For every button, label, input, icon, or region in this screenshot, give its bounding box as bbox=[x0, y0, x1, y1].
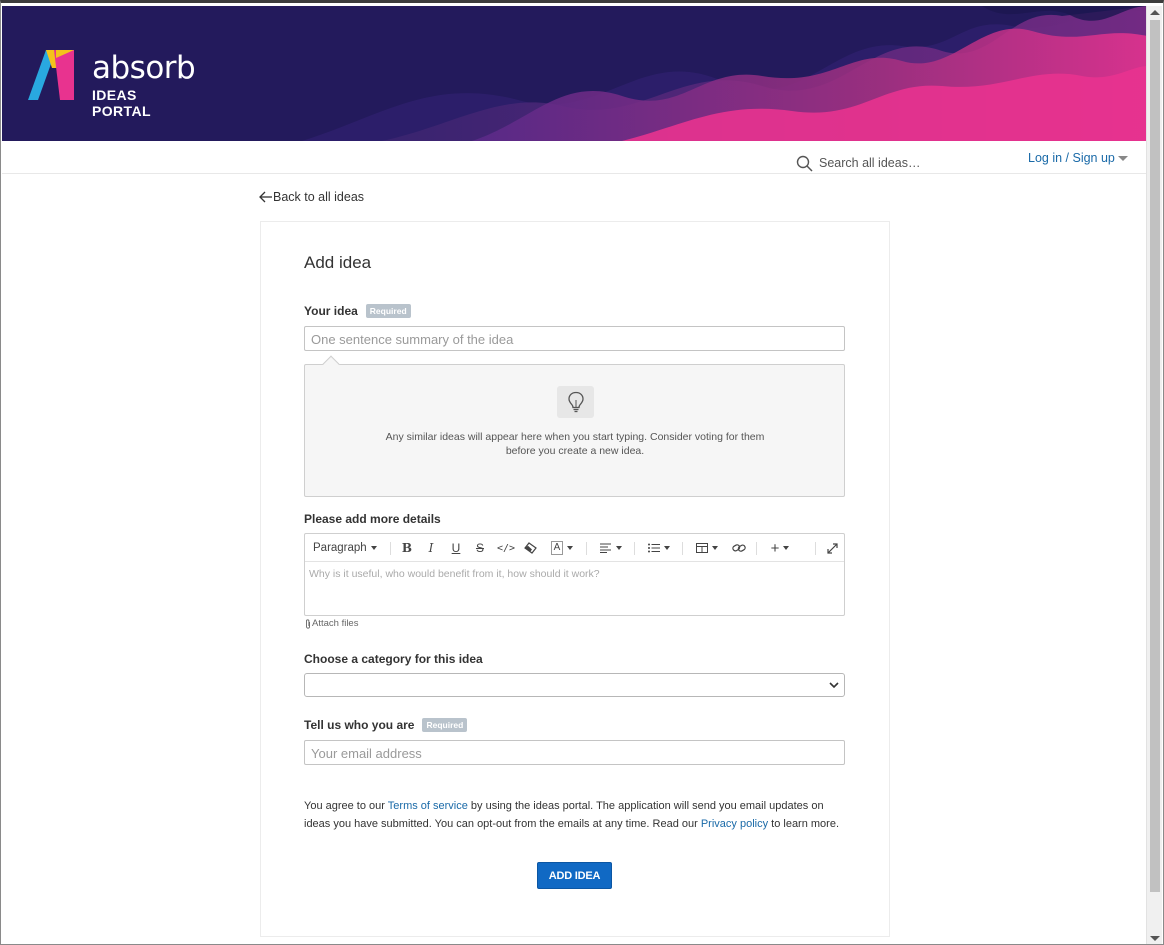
terms-text-1: You agree to our bbox=[304, 800, 388, 812]
toolbar-divider bbox=[682, 542, 683, 555]
details-editor[interactable]: Paragraph B I U S </> A + Why is it usef… bbox=[304, 533, 845, 616]
align-left-icon bbox=[600, 543, 611, 553]
search-input[interactable]: Search all ideas… bbox=[819, 156, 920, 170]
scroll-thumb[interactable] bbox=[1150, 20, 1160, 892]
toolbar-divider bbox=[815, 542, 816, 555]
scroll-down-icon[interactable] bbox=[1150, 936, 1160, 941]
idea-label: Your idea Required bbox=[304, 304, 411, 318]
paragraph-dropdown[interactable]: Paragraph bbox=[313, 534, 377, 562]
underline-icon[interactable]: U bbox=[450, 534, 462, 562]
code-icon[interactable]: </> bbox=[497, 534, 515, 562]
similar-ideas-text: Any similar ideas will appear here when … bbox=[385, 431, 765, 457]
strikethrough-icon[interactable]: S bbox=[474, 534, 486, 562]
back-link[interactable]: Back to all ideas bbox=[259, 190, 364, 204]
absorb-logo-icon bbox=[28, 50, 74, 100]
editor-toolbar: Paragraph B I U S </> A + bbox=[305, 534, 844, 562]
toolbar-divider bbox=[634, 542, 635, 555]
category-select[interactable] bbox=[304, 673, 845, 697]
paperclip-icon bbox=[306, 618, 310, 629]
fullscreen-icon[interactable] bbox=[824, 534, 840, 562]
insert-dropdown[interactable]: + bbox=[766, 534, 794, 562]
toolbar-divider bbox=[390, 542, 391, 555]
toolbar-divider bbox=[586, 542, 587, 555]
brand-logo[interactable]: absorb IDEAS PORTAL bbox=[28, 48, 198, 119]
who-label-text: Tell us who you are bbox=[304, 718, 415, 732]
lightbulb-icon bbox=[557, 386, 594, 418]
eraser-icon[interactable] bbox=[523, 534, 537, 562]
chevron-down-icon bbox=[829, 682, 839, 689]
top-bar: Search all ideas… Log in / Sign up bbox=[2, 141, 1147, 174]
scroll-up-icon[interactable] bbox=[1150, 10, 1160, 15]
idea-input[interactable]: One sentence summary of the idea bbox=[304, 326, 845, 351]
login-signup-link[interactable]: Log in / Sign up bbox=[1028, 151, 1128, 165]
toolbar-divider bbox=[756, 542, 757, 555]
link-icon[interactable] bbox=[731, 534, 747, 562]
brand-name: absorb bbox=[92, 50, 196, 86]
email-field[interactable]: Your email address bbox=[304, 740, 845, 765]
attach-label: Attach files bbox=[312, 618, 359, 629]
header-banner: absorb IDEAS PORTAL bbox=[2, 6, 1147, 141]
details-label: Please add more details bbox=[304, 512, 441, 526]
category-label: Choose a category for this idea bbox=[304, 652, 483, 666]
chevron-down-icon bbox=[664, 546, 670, 550]
align-dropdown[interactable] bbox=[596, 534, 626, 562]
paragraph-label: Paragraph bbox=[313, 542, 367, 554]
idea-label-text: Your idea bbox=[304, 304, 358, 318]
attach-files-link[interactable]: Attach files bbox=[304, 618, 358, 629]
login-label: Log in / Sign up bbox=[1028, 151, 1115, 165]
chevron-down-icon bbox=[1117, 155, 1128, 161]
arrow-left-icon bbox=[259, 191, 272, 203]
chevron-down-icon bbox=[370, 546, 377, 550]
page-title: Add idea bbox=[304, 253, 372, 272]
search-icon bbox=[796, 155, 813, 172]
chevron-down-icon bbox=[567, 546, 574, 550]
page-scrollbar[interactable] bbox=[1146, 6, 1162, 944]
text-color-icon: A bbox=[550, 541, 564, 555]
similar-ideas-panel: Any similar ideas will appear here when … bbox=[304, 355, 845, 497]
add-idea-button[interactable]: ADD IDEA bbox=[537, 862, 612, 889]
brand-subtitle: IDEAS PORTAL bbox=[92, 87, 151, 119]
chevron-down-icon bbox=[616, 546, 622, 550]
browser-window: absorb IDEAS PORTAL Search all ideas… Lo… bbox=[0, 0, 1164, 945]
text-color-dropdown[interactable]: A bbox=[547, 534, 577, 562]
list-dropdown[interactable] bbox=[644, 534, 674, 562]
privacy-policy-link[interactable]: Privacy policy bbox=[701, 818, 768, 830]
plus-icon: + bbox=[770, 539, 780, 557]
terms-notice: You agree to our Terms of service by usi… bbox=[304, 797, 849, 833]
required-badge: Required bbox=[422, 718, 468, 732]
who-label: Tell us who you are Required bbox=[304, 718, 468, 732]
chevron-down-icon bbox=[783, 546, 790, 550]
terms-text-3: to learn more. bbox=[768, 818, 840, 830]
list-icon bbox=[648, 543, 660, 553]
details-placeholder: Why is it useful, who would benefit from… bbox=[309, 568, 600, 580]
required-badge: Required bbox=[365, 304, 411, 318]
bold-icon[interactable]: B bbox=[401, 534, 413, 562]
terms-of-service-link[interactable]: Terms of service bbox=[388, 800, 468, 812]
table-icon bbox=[696, 543, 708, 553]
back-label: Back to all ideas bbox=[273, 190, 365, 204]
chevron-down-icon bbox=[712, 546, 718, 550]
search-box[interactable]: Search all ideas… bbox=[796, 153, 920, 173]
table-dropdown[interactable] bbox=[692, 534, 722, 562]
italic-icon[interactable]: I bbox=[425, 534, 437, 562]
